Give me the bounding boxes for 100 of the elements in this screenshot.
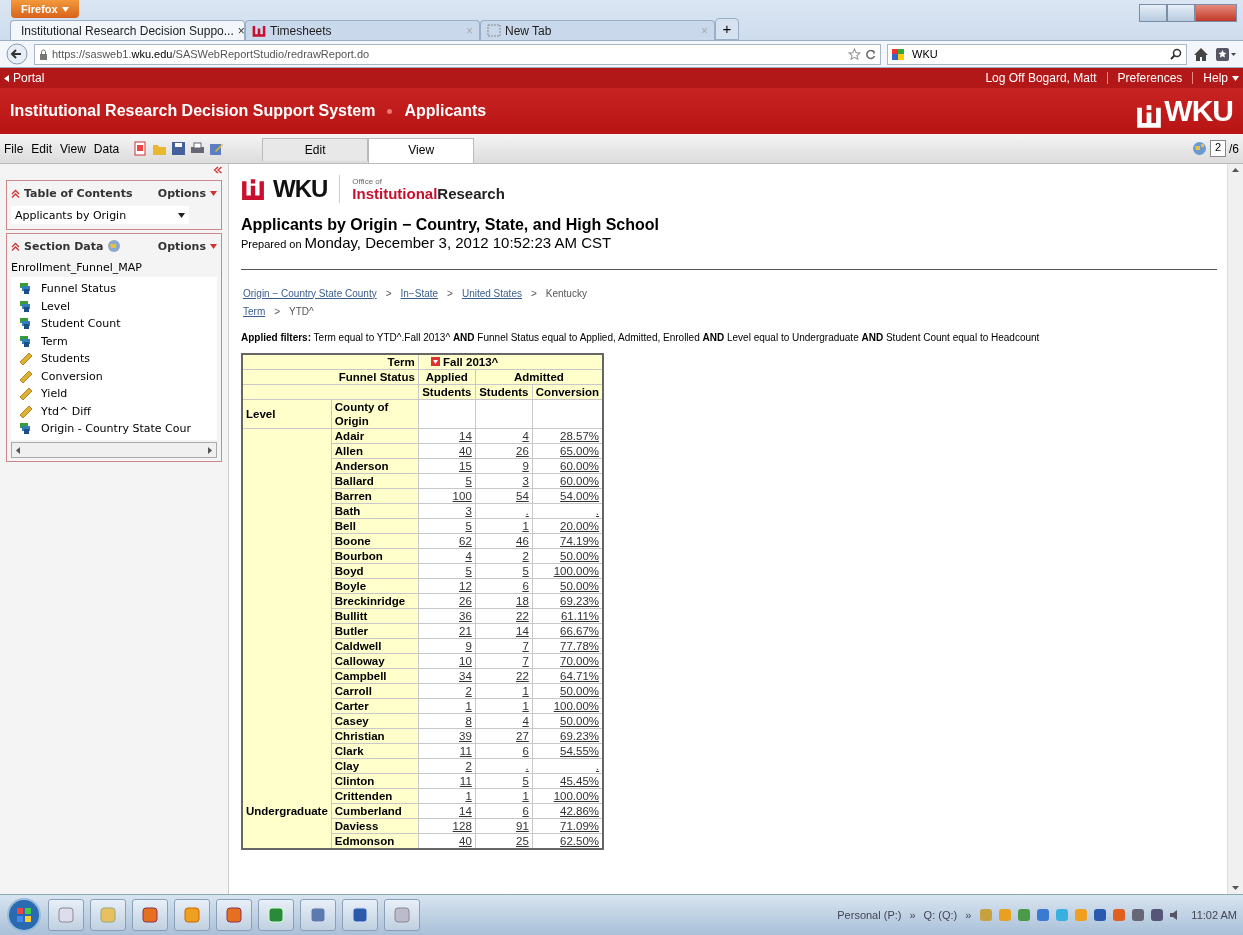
value-link[interactable]: 54 [516, 490, 529, 502]
value-link[interactable]: 2 [465, 760, 472, 772]
value-link[interactable]: 14 [459, 430, 472, 442]
options-menu[interactable]: Options [157, 239, 206, 253]
options-menu[interactable]: Options [157, 186, 206, 200]
search-field[interactable]: WKU [887, 43, 1187, 65]
collapse-icon[interactable] [11, 188, 20, 198]
address-field[interactable]: https://sasweb1.wku.edu/SASWebReportStudio/redrawReport.do [34, 43, 881, 65]
report-dropdown[interactable]: Applicants by Origin [11, 206, 189, 224]
value-link[interactable]: 1 [522, 700, 529, 712]
value-link[interactable]: 39 [459, 730, 472, 742]
value-link[interactable]: 5 [465, 520, 472, 532]
value-link[interactable]: 7 [522, 655, 529, 667]
field-list-item[interactable]: Level [19, 297, 209, 315]
value-link[interactable]: 6 [522, 805, 529, 817]
collapse-panel-icon[interactable] [213, 166, 222, 174]
field-list-item[interactable]: Origin - Country State Cour [19, 420, 209, 438]
value-link[interactable]: 5 [522, 565, 529, 577]
breadcrumb-link[interactable]: In−State [400, 287, 439, 299]
value-link[interactable]: 4 [522, 715, 529, 727]
taskbar-button[interactable] [258, 899, 294, 931]
menu-item[interactable]: Edit [31, 141, 53, 156]
value-link[interactable]: 1 [522, 685, 529, 697]
taskbar-button[interactable] [216, 899, 252, 931]
field-list-item[interactable]: Students [19, 350, 209, 368]
value-link[interactable]: 34 [459, 670, 472, 682]
value-link[interactable]: 26 [459, 595, 472, 607]
maximize-button[interactable] [1167, 4, 1195, 22]
menu-item[interactable]: File [4, 141, 24, 156]
globe-icon[interactable] [1192, 141, 1207, 156]
reload-icon[interactable] [865, 48, 876, 60]
value-link[interactable]: 40 [459, 835, 472, 847]
new-report-icon[interactable] [133, 141, 149, 156]
bookmark-star-icon[interactable] [848, 47, 861, 61]
browser-tab[interactable]: New Tab × [480, 20, 715, 40]
field-list-item[interactable]: Funnel Status [19, 280, 209, 298]
value-link[interactable]: 10 [459, 655, 472, 667]
value-link[interactable]: 22 [516, 670, 529, 682]
breadcrumb-link[interactable]: Term [243, 305, 266, 317]
tray-icon[interactable] [1131, 908, 1146, 922]
value-link[interactable]: 8 [465, 715, 472, 727]
collapse-icon[interactable] [430, 357, 440, 366]
value-link[interactable]: 4 [522, 430, 529, 442]
value-link[interactable]: . [595, 760, 600, 772]
header-link[interactable]: Preferences [1117, 71, 1183, 85]
start-button[interactable] [6, 897, 42, 933]
menu-item[interactable]: View [60, 141, 86, 156]
taskbar-button[interactable] [174, 899, 210, 931]
tray-icon[interactable] [1017, 908, 1032, 922]
value-link[interactable]: 1 [522, 790, 529, 802]
bookmarks-icon[interactable] [1215, 46, 1237, 62]
taskbar-button[interactable] [132, 899, 168, 931]
value-link[interactable]: 21 [459, 625, 472, 637]
value-link[interactable]: 1 [465, 790, 472, 802]
taskbar-button[interactable] [342, 899, 378, 931]
field-list-item[interactable]: Yield [19, 385, 209, 403]
value-link[interactable]: 36 [459, 610, 472, 622]
menu-item[interactable]: Data [93, 141, 120, 156]
field-list-item[interactable]: Ytd^ Diff [19, 402, 209, 420]
value-link[interactable]: 5 [465, 475, 472, 487]
tray-label[interactable]: » [965, 909, 972, 921]
value-link[interactable]: . [595, 505, 600, 517]
scroll-right-icon[interactable] [208, 446, 212, 454]
value-link[interactable]: 1 [465, 700, 472, 712]
value-link[interactable]: 6 [522, 580, 529, 592]
value-link[interactable]: 2 [465, 685, 472, 697]
value-link[interactable]: 14 [459, 805, 472, 817]
value-link[interactable]: 15 [459, 460, 472, 472]
field-list-item[interactable]: Student Count [19, 315, 209, 333]
tray-icon[interactable] [1150, 908, 1165, 922]
portal-link[interactable]: Portal [13, 71, 45, 85]
value-link[interactable]: 40 [459, 445, 472, 457]
value-link[interactable]: 62 [459, 535, 472, 547]
value-link[interactable]: 3 [465, 505, 472, 517]
back-icon[interactable] [6, 43, 28, 65]
view-tab[interactable]: View [368, 138, 475, 163]
value-link[interactable]: 6 [522, 745, 529, 757]
taskbar-button[interactable] [300, 899, 336, 931]
value-link[interactable]: 14 [516, 625, 529, 637]
browser-tab[interactable]: Institutional Research Decision Suppo... × [10, 20, 245, 40]
page-number-field[interactable]: 2 [1210, 140, 1226, 157]
value-link[interactable]: 91 [516, 820, 529, 832]
header-link[interactable]: Help [1203, 71, 1228, 85]
tray-label[interactable]: Personal (P:) [837, 909, 902, 921]
value-link[interactable]: 5 [522, 775, 529, 787]
value-link[interactable]: 22 [516, 610, 529, 622]
collapse-icon[interactable] [11, 241, 20, 251]
value-link[interactable]: 7 [522, 640, 529, 652]
close-tab-button[interactable]: × [237, 23, 245, 38]
tray-icon[interactable] [1112, 908, 1127, 922]
tray-label[interactable]: Q: (Q:) [923, 909, 958, 921]
value-link[interactable]: 27 [516, 730, 529, 742]
header-link[interactable]: Log Off Bogard, Matt [985, 71, 1097, 85]
new-tab-button[interactable]: + [715, 18, 739, 40]
value-link[interactable]: 3 [522, 475, 529, 487]
value-link[interactable]: 5 [465, 565, 472, 577]
value-link[interactable]: 11 [459, 775, 472, 787]
value-link[interactable]: 25 [516, 835, 529, 847]
value-link[interactable]: 1 [522, 520, 529, 532]
close-window-button[interactable] [1195, 4, 1237, 22]
